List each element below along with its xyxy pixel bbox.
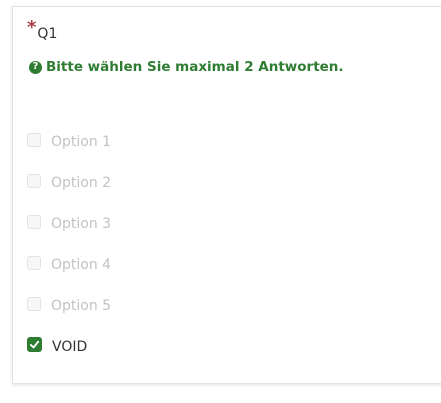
option-5[interactable]: Option 5 — [27, 285, 111, 326]
option-4[interactable]: Option 4 — [27, 244, 111, 285]
required-asterisk: * — [27, 17, 37, 38]
option-1-checkbox[interactable] — [27, 132, 41, 147]
option-void-checkbox[interactable] — [27, 337, 42, 352]
option-1-label[interactable]: Option 1 — [51, 134, 111, 150]
question-hint: ? Bitte wählen Sie maximal 2 Antworten. — [29, 59, 344, 75]
question-code: Q1 — [37, 26, 58, 42]
checkmark-icon — [29, 340, 40, 349]
option-4-label[interactable]: Option 4 — [51, 257, 111, 273]
option-void[interactable]: VOID — [27, 326, 111, 367]
option-2-label[interactable]: Option 2 — [51, 175, 111, 191]
option-5-label[interactable]: Option 5 — [51, 298, 111, 314]
option-3-checkbox[interactable] — [27, 214, 41, 229]
option-2[interactable]: Option 2 — [27, 162, 111, 203]
question-title: * Q1 — [27, 17, 58, 44]
option-4-checkbox[interactable] — [27, 255, 41, 270]
option-2-checkbox[interactable] — [27, 173, 41, 188]
option-3-label[interactable]: Option 3 — [51, 216, 111, 232]
answer-options: Option 1 Option 2 Option 3 Option 4 Opti… — [27, 121, 111, 367]
option-3[interactable]: Option 3 — [27, 203, 111, 244]
option-5-checkbox[interactable] — [27, 296, 41, 311]
option-void-label[interactable]: VOID — [52, 339, 87, 355]
hint-text: Bitte wählen Sie maximal 2 Antworten. — [46, 59, 344, 75]
question-circle-icon: ? — [29, 60, 42, 74]
question-card: * Q1 ? Bitte wählen Sie maximal 2 Antwor… — [12, 6, 441, 384]
option-1[interactable]: Option 1 — [27, 121, 111, 162]
